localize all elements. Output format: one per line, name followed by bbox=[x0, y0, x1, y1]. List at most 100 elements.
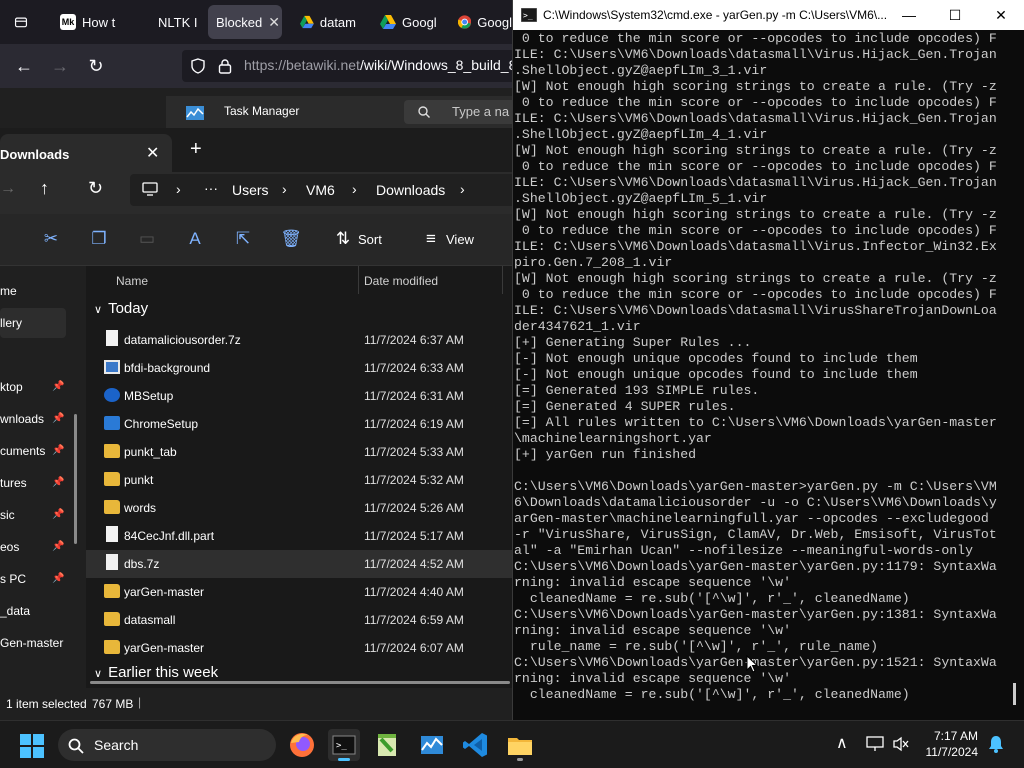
view-button[interactable]: View bbox=[446, 232, 474, 247]
address-bar[interactable]: › ··· Users › VM6 › Downloads › bbox=[130, 174, 530, 206]
breadcrumb-downloads[interactable]: Downloads bbox=[376, 182, 445, 198]
folder-icon bbox=[104, 640, 120, 654]
shield-icon[interactable] bbox=[190, 58, 206, 74]
up-arrow-icon[interactable]: ↑ bbox=[40, 178, 49, 199]
cmd-output[interactable]: 0 to reduce the min score or --opcodes t… bbox=[514, 30, 1009, 710]
cmd-output-line: cleanedName = re.sub('[^\w]', r'_', clea… bbox=[514, 687, 910, 702]
file-date: 11/7/2024 6:59 AM bbox=[364, 613, 464, 627]
paste-icon[interactable]: ▭ bbox=[136, 228, 158, 250]
close-icon[interactable]: ✕ bbox=[146, 143, 159, 163]
cmd-output-line: ILE: C:\Users\VM6\Downloads\datasmall\Vi… bbox=[514, 47, 997, 62]
sidebar-item-gallery[interactable]: llery bbox=[0, 308, 66, 338]
sort-icon[interactable]: ⇅ bbox=[332, 228, 354, 250]
firefox-taskbar-icon[interactable] bbox=[286, 729, 318, 761]
forward-arrow-icon[interactable]: → bbox=[48, 54, 72, 78]
sidebar-item-videos[interactable]: eos 📌 bbox=[0, 532, 66, 562]
refresh-icon[interactable]: ↻ bbox=[88, 178, 103, 199]
cmd-taskbar-icon[interactable]: >_ bbox=[328, 729, 360, 761]
browser-tab-4[interactable]: Googl bbox=[372, 5, 446, 39]
system-clock[interactable]: 7:17 AM 11/7/2024 bbox=[918, 728, 979, 760]
more-ellipsis-icon[interactable]: ··· bbox=[204, 180, 218, 196]
explorer-tab-downloads[interactable]: Downloads ✕ bbox=[0, 134, 172, 172]
browser-tab-1[interactable]: NLTK I bbox=[150, 5, 202, 39]
browser-tab-3[interactable]: datam bbox=[292, 5, 364, 39]
sidebar-item-music[interactable]: sic 📌 bbox=[0, 500, 66, 530]
cmd-scrollbar[interactable] bbox=[1013, 683, 1016, 705]
file-date: 11/7/2024 6:33 AM bbox=[364, 361, 464, 375]
file-row[interactable]: ChromeSetup 11/7/2024 6:19 AM bbox=[86, 410, 512, 438]
file-row[interactable]: words 11/7/2024 5:26 AM bbox=[86, 494, 512, 522]
task-manager-titlebar[interactable]: Task Manager Type a na bbox=[166, 96, 534, 128]
file-row[interactable]: yarGen-master 11/7/2024 6:07 AM bbox=[86, 634, 512, 662]
sidebar-item-home[interactable]: me bbox=[0, 276, 66, 306]
column-header-date[interactable]: Date modified bbox=[364, 266, 438, 296]
breadcrumb-vm6[interactable]: VM6 bbox=[306, 182, 335, 198]
notepad-plus-taskbar-icon[interactable] bbox=[372, 729, 404, 761]
sidebar-item-downloads[interactable]: wnloads 📌 bbox=[0, 404, 66, 434]
url-bar[interactable]: https://betawiki.net/wiki/Windows_8_buil… bbox=[182, 50, 522, 82]
sidebar-item-documents[interactable]: cuments 📌 bbox=[0, 436, 66, 466]
network-icon[interactable] bbox=[866, 736, 884, 752]
file-row[interactable]: punkt_tab 11/7/2024 5:33 AM bbox=[86, 438, 512, 466]
volume-muted-icon[interactable] bbox=[892, 736, 910, 752]
file-row[interactable]: bfdi-background 11/7/2024 6:33 AM bbox=[86, 354, 512, 382]
cmd-output-line: [-] Not enough unique opcodes found to i… bbox=[514, 351, 918, 366]
browser-tab-5[interactable]: Googl bbox=[450, 5, 520, 39]
view-icon[interactable]: ≡ bbox=[420, 228, 442, 250]
horizontal-scrollbar[interactable] bbox=[90, 681, 510, 684]
copy-icon[interactable]: ❐ bbox=[88, 228, 110, 250]
lock-icon[interactable] bbox=[218, 58, 232, 74]
windows-start-icon[interactable] bbox=[20, 734, 44, 758]
chevron-up-icon[interactable]: ∧ bbox=[836, 733, 848, 753]
rename-icon[interactable]: A bbox=[184, 228, 206, 250]
minimize-icon[interactable]: — bbox=[897, 5, 921, 25]
delete-icon[interactable]: 🗑 bbox=[280, 228, 302, 250]
group-header-today[interactable]: ∨ Today bbox=[94, 300, 148, 317]
sort-button[interactable]: Sort bbox=[358, 232, 382, 247]
browser-tab-2-active[interactable]: Blocked ✕ bbox=[208, 5, 282, 39]
taskbar-search[interactable]: Search bbox=[58, 729, 276, 761]
notification-bell-icon[interactable] bbox=[988, 735, 1004, 753]
tab-list-icon bbox=[14, 17, 28, 28]
tab-overview-button[interactable] bbox=[6, 5, 36, 39]
column-divider[interactable] bbox=[358, 266, 359, 294]
file-date: 11/7/2024 4:52 AM bbox=[364, 557, 464, 571]
vscode-taskbar-icon[interactable] bbox=[460, 729, 492, 761]
sidebar-item-desktop[interactable]: ktop 📌 bbox=[0, 372, 66, 402]
close-icon[interactable]: ✕ bbox=[989, 5, 1013, 25]
sidebar-item-yargen-master[interactable]: Gen-master bbox=[0, 628, 80, 658]
group-header-earlier-this-week[interactable]: ∨ Earlier this week bbox=[94, 664, 218, 681]
cmd-output-line: piro.Gen.7_208_1.vir bbox=[514, 255, 673, 270]
file-row[interactable]: yarGen-master 11/7/2024 4:40 AM bbox=[86, 578, 512, 606]
column-header-name[interactable]: Name bbox=[116, 266, 148, 296]
task-manager-taskbar-icon[interactable] bbox=[416, 729, 448, 761]
share-icon[interactable]: ⇱ bbox=[232, 228, 254, 250]
file-explorer-taskbar-icon[interactable] bbox=[504, 729, 536, 761]
sidebar-item-this-pc[interactable]: s PC 📌 bbox=[0, 564, 66, 594]
new-tab-plus-icon[interactable]: + bbox=[190, 138, 202, 161]
reload-icon[interactable]: ↻ bbox=[84, 54, 108, 78]
cmd-output-line: [-] Not enough unique opcodes found to i… bbox=[514, 367, 918, 382]
sidebar-item-data[interactable]: _data bbox=[0, 596, 66, 626]
file-row[interactable]: punkt 11/7/2024 5:32 AM bbox=[86, 466, 512, 494]
file-row-selected[interactable]: dbs.7z 11/7/2024 4:52 AM bbox=[86, 550, 512, 578]
cmd-titlebar[interactable]: >_ C:\Windows\System32\cmd.exe - yarGen.… bbox=[513, 0, 1024, 30]
file-row[interactable]: MBSetup 11/7/2024 6:31 AM bbox=[86, 382, 512, 410]
command-prompt-window: >_ C:\Windows\System32\cmd.exe - yarGen.… bbox=[512, 0, 1024, 720]
maximize-icon[interactable]: ☐ bbox=[943, 5, 967, 25]
sidebar-item-pictures[interactable]: tures 📌 bbox=[0, 468, 66, 498]
forward-arrow-icon[interactable]: → bbox=[0, 180, 16, 198]
cut-icon[interactable]: ✂ bbox=[40, 228, 62, 250]
browser-tab-0[interactable]: Mk How t bbox=[52, 5, 142, 39]
terminal-icon: >_ bbox=[332, 735, 356, 755]
column-divider[interactable] bbox=[502, 266, 503, 294]
status-selection: 1 item selected bbox=[6, 697, 87, 711]
breadcrumb-users[interactable]: Users bbox=[232, 182, 269, 198]
file-row[interactable]: datamaliciousorder.7z 11/7/2024 6:37 AM bbox=[86, 326, 512, 354]
back-arrow-icon[interactable]: ← bbox=[12, 54, 36, 78]
sidebar-scrollbar[interactable] bbox=[74, 414, 77, 544]
folder-icon bbox=[104, 584, 120, 598]
file-row[interactable]: datasmall 11/7/2024 6:59 AM bbox=[86, 606, 512, 634]
file-row[interactable]: 84CecJnf.dll.part 11/7/2024 5:17 AM bbox=[86, 522, 512, 550]
close-tab-icon[interactable]: ✕ bbox=[268, 14, 280, 31]
